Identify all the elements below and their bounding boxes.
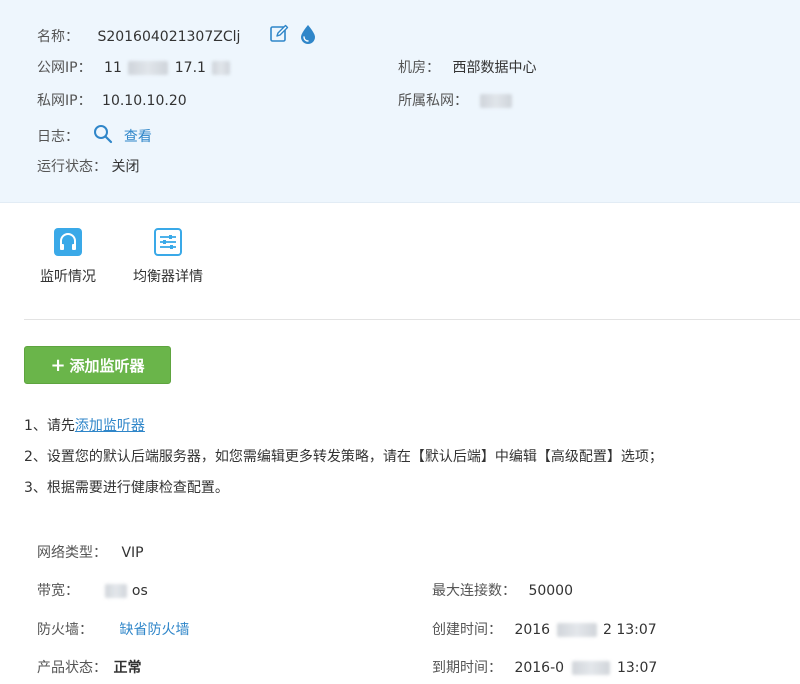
tab-balancer-details-label: 均衡器详情 <box>133 269 203 285</box>
net-type-label: 网络类型： <box>37 545 107 561</box>
bandwidth-label: 带宽： <box>37 583 79 599</box>
water-drop-icon[interactable] <box>299 24 317 50</box>
detail-tabs: 监听情况 均衡器详情 <box>0 204 800 320</box>
subnet-label: 所属私网： <box>398 93 468 109</box>
created-prefix: 2016 <box>514 622 551 638</box>
public-ip-redacted <box>128 61 169 75</box>
public-ip-redacted-tail <box>212 61 231 75</box>
bandwidth-row: 带宽： os <box>37 581 148 601</box>
expire-prefix: 2016-0 <box>514 660 565 676</box>
room-row: 机房： 西部数据中心 <box>398 58 536 78</box>
add-listener-button-label: 添加监听器 <box>69 357 145 375</box>
max-conn-row: 最大连接数： 50000 <box>432 581 573 601</box>
log-view-link[interactable]: 查看 <box>124 129 152 145</box>
step-1: 1、请先添加监听器 <box>24 416 663 436</box>
expire-label: 到期时间： <box>432 660 502 676</box>
log-row: 日志： 查看 <box>37 124 152 145</box>
log-label: 日志： <box>37 129 79 145</box>
run-status-value: 关闭 <box>111 159 140 175</box>
room-label: 机房： <box>398 60 440 76</box>
firewall-label: 防火墙： <box>37 622 93 638</box>
created-suffix: 2 13:07 <box>603 622 657 638</box>
expire-redacted <box>571 661 610 675</box>
step-1-text: 1、请先 <box>24 418 75 434</box>
public-ip-suffix: 17.1 <box>174 60 206 76</box>
plus-icon: + <box>50 355 66 376</box>
section-divider <box>24 319 800 320</box>
created-row: 创建时间： 2016 2 13:07 <box>432 620 657 640</box>
sliders-icon <box>154 228 182 256</box>
private-ip-value: 10.10.10.20 <box>102 93 187 109</box>
private-ip-row: 私网IP： 10.10.10.20 <box>37 91 187 111</box>
created-label: 创建时间： <box>432 622 502 638</box>
tab-balancer-details[interactable]: 均衡器详情 <box>128 228 208 286</box>
name-label: 名称： <box>37 29 79 45</box>
created-redacted <box>556 623 597 637</box>
bandwidth-suffix: os <box>131 583 148 599</box>
step-3: 3、根据需要进行健康检查配置。 <box>24 480 229 496</box>
room-value: 西部数据中心 <box>452 60 537 76</box>
public-ip-row: 公网IP： 11 17.1 <box>37 58 231 78</box>
step-1-add-listener-link[interactable]: 添加监听器 <box>75 418 145 434</box>
net-type-value: VIP <box>121 545 144 561</box>
public-ip-label: 公网IP： <box>37 60 92 76</box>
name-row: 名称： S201604021307ZClj <box>37 24 317 45</box>
search-icon[interactable] <box>93 124 113 150</box>
net-type-row: 网络类型： VIP <box>37 543 144 563</box>
setup-steps: 1、请先添加监听器 2、设置您的默认后端服务器，如您需编辑更多转发策略，请在【默… <box>24 416 663 509</box>
firewall-row: 防火墙： 缺省防火墙 <box>37 620 189 640</box>
tab-listener-status[interactable]: 监听情况 <box>36 228 100 286</box>
add-listener-button[interactable]: + 添加监听器 <box>24 346 171 384</box>
public-ip-prefix: 11 <box>104 60 122 76</box>
tab-listener-status-label: 监听情况 <box>40 269 96 285</box>
max-conn-value: 50000 <box>528 583 573 599</box>
step-2: 2、设置您的默认后端服务器，如您需编辑更多转发策略，请在【默认后端】中编辑【高级… <box>24 449 663 465</box>
product-status-label: 产品状态： <box>37 660 107 676</box>
run-status-label: 运行状态： <box>37 159 107 175</box>
edit-icon[interactable] <box>269 24 289 50</box>
expire-row: 到期时间： 2016-0 13:07 <box>432 658 657 678</box>
max-conn-label: 最大连接数： <box>432 583 516 599</box>
bandwidth-redacted <box>105 584 128 598</box>
product-status-value: 正常 <box>113 660 142 676</box>
headphones-icon <box>54 228 82 256</box>
run-status-row: 运行状态： 关闭 <box>37 157 139 177</box>
product-status-row: 产品状态： 正常 <box>37 658 141 678</box>
instance-info-panel: 名称： S201604021307ZClj 公网IP： 11 17.1 私网IP… <box>0 0 800 203</box>
expire-suffix: 13:07 <box>616 660 658 676</box>
private-ip-label: 私网IP： <box>37 93 92 109</box>
subnet-redacted <box>480 94 513 108</box>
name-value: S201604021307ZClj <box>97 29 241 45</box>
firewall-link[interactable]: 缺省防火墙 <box>119 622 189 638</box>
subnet-row: 所属私网： <box>398 91 513 111</box>
